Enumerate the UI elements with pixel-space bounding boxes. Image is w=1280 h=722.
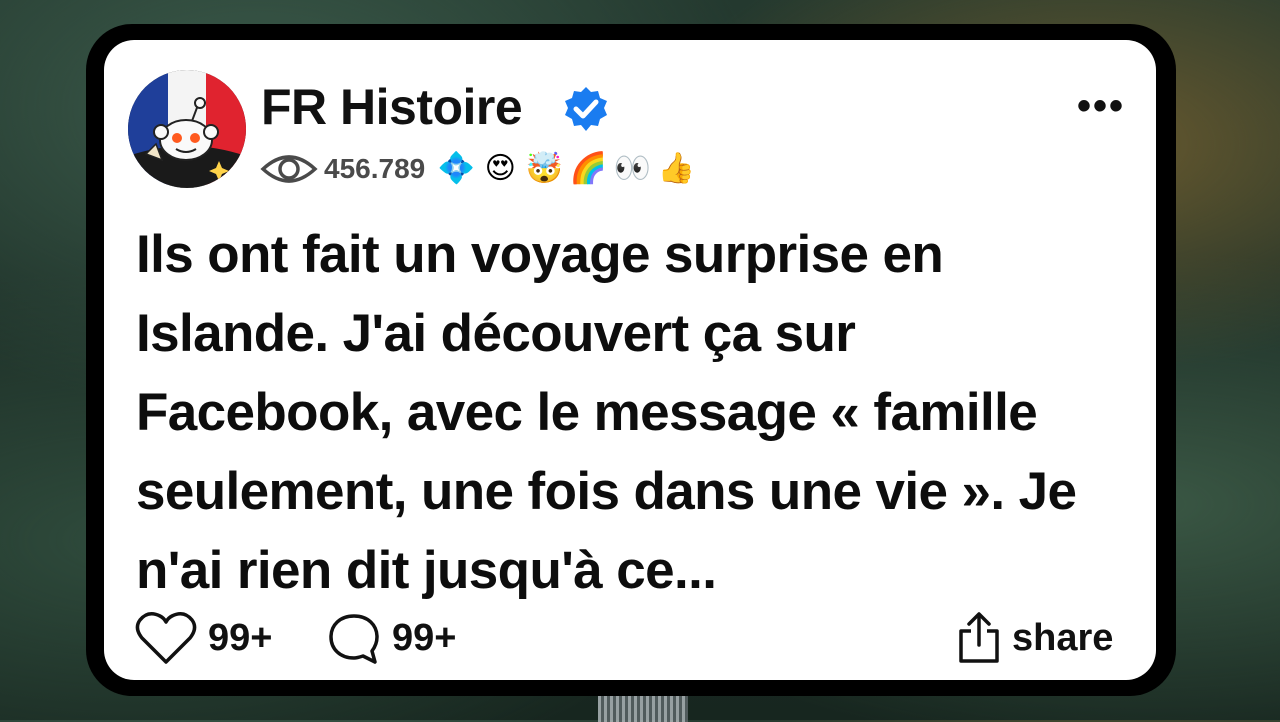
award-icon: 🤯	[525, 152, 563, 185]
post-body-text: Ils ont fait un voyage surprise en Islan…	[136, 225, 1077, 600]
author-name[interactable]: FR Histoire	[261, 78, 523, 136]
verified-badge-icon	[565, 87, 607, 131]
share-icon	[959, 612, 999, 663]
share-label: share	[1012, 616, 1114, 659]
comment-count: 99+	[392, 616, 457, 659]
share-button[interactable]: share	[956, 608, 1113, 668]
heart-icon	[135, 612, 197, 664]
more-options-icon[interactable]: •••	[1077, 86, 1127, 126]
avatar[interactable]	[128, 70, 246, 188]
award-icon: 👀	[613, 152, 651, 185]
comment-icon	[329, 614, 379, 664]
post-card: FR Histoire ••• 456.789 💠 😍 🤯 🌈 👀 👍 Ils …	[104, 40, 1156, 680]
avatar-mascot-icon	[128, 70, 246, 188]
post-stats: 456.789 💠 😍 🤯 🌈 👀 👍	[260, 150, 695, 188]
award-icon: 💠	[437, 152, 475, 185]
eye-icon	[260, 155, 318, 183]
view-count: 456.789	[324, 153, 426, 184]
like-button[interactable]: 99+	[134, 608, 272, 668]
award-icon: 🌈	[569, 152, 607, 185]
comment-button[interactable]: 99+	[326, 608, 456, 668]
award-icon: 👍	[657, 152, 695, 185]
post-actions: 99+ 99+ share	[134, 608, 1128, 668]
award-icon: 😍	[484, 152, 516, 185]
background-bridge	[598, 692, 688, 722]
like-count: 99+	[208, 616, 273, 659]
